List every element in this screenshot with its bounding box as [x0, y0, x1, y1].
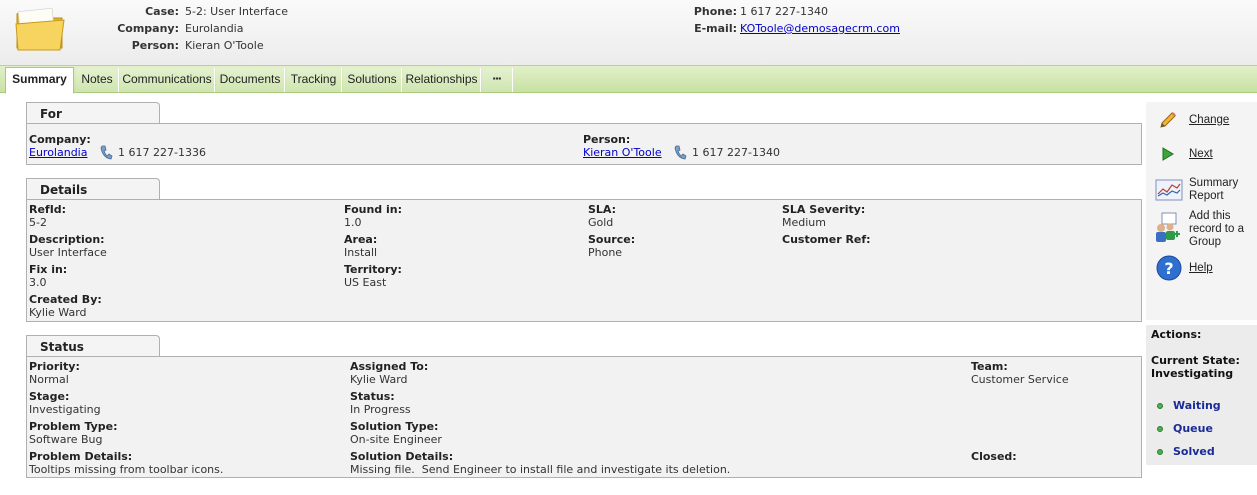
description-label: Description:: [29, 233, 105, 246]
for-company-label: Company:: [29, 133, 91, 146]
tab-bar: Summary Notes Communications Documents T…: [0, 65, 1257, 94]
area-label: Area:: [344, 233, 378, 246]
phone-value: 1 617 227-1340: [740, 5, 828, 18]
priority-value: Normal: [29, 373, 69, 386]
phone-icon: [100, 145, 113, 160]
actions-title: Actions:: [1151, 328, 1202, 341]
current-state-value: Investigating: [1151, 367, 1234, 380]
customer-ref-label: Customer Ref:: [782, 233, 871, 246]
source-value: Phone: [588, 246, 623, 259]
area-value: Install: [344, 246, 378, 259]
status-value: In Progress: [350, 403, 411, 416]
stage-value: Investigating: [29, 403, 101, 416]
stage-label: Stage:: [29, 390, 70, 403]
problem-details-value: Tooltips missing from toolbar icons.: [29, 463, 224, 476]
priority-label: Priority:: [29, 360, 80, 373]
action-waiting[interactable]: Waiting: [1173, 399, 1221, 412]
next-label: Next: [1189, 148, 1213, 160]
source-label: Source:: [588, 233, 636, 246]
problem-type-value: Software Bug: [29, 433, 103, 446]
bullet-icon: [1157, 426, 1163, 432]
solution-type-value: On-site Engineer: [350, 433, 442, 446]
team-value: Customer Service: [971, 373, 1069, 386]
folder-icon: [15, 7, 65, 51]
status-panel-title: Status: [26, 335, 160, 357]
person-value: Kieran O'Toole: [185, 39, 264, 52]
person-label: Person:: [131, 39, 179, 52]
assigned-to-value: Kylie Ward: [350, 373, 408, 386]
details-panel: [26, 199, 1142, 322]
for-person-phone: 1 617 227-1340: [692, 146, 780, 159]
solution-details-value: Missing file. Send Engineer to install f…: [350, 463, 731, 476]
tab-more[interactable]: ▪▪▪: [482, 68, 513, 92]
email-label: E-mail:: [694, 22, 737, 35]
play-arrow-icon: [1162, 147, 1174, 161]
email-link[interactable]: KOToole@demosagecrm.com: [740, 22, 900, 35]
created-by-value: Kylie Ward: [29, 306, 87, 319]
team-label: Team:: [971, 360, 1008, 373]
company-value: Eurolandia: [185, 22, 244, 35]
svg-text:?: ?: [1164, 259, 1173, 278]
problem-details-label: Problem Details:: [29, 450, 133, 463]
closed-label: Closed:: [971, 450, 1017, 463]
territory-label: Territory:: [344, 263, 402, 276]
for-company-phone: 1 617 227-1336: [118, 146, 206, 159]
fix-in-value: 3.0: [29, 276, 47, 289]
add-to-group-label: Add this record to a Group: [1189, 210, 1244, 248]
tab-documents[interactable]: Documents: [216, 68, 285, 92]
sla-severity-label: SLA Severity:: [782, 203, 866, 216]
phone-label: Phone:: [693, 5, 737, 18]
bullet-icon: [1157, 449, 1163, 455]
action-solved[interactable]: Solved: [1173, 445, 1215, 458]
tab-tracking[interactable]: Tracking: [286, 68, 342, 92]
details-panel-title: Details: [26, 178, 160, 200]
for-person-label: Person:: [583, 133, 631, 146]
company-label: Company:: [117, 22, 179, 35]
sla-value: Gold: [588, 216, 614, 229]
fix-in-label: Fix in:: [29, 263, 68, 276]
help-label: Help: [1189, 262, 1213, 274]
assigned-to-label: Assigned To:: [350, 360, 429, 373]
bullet-icon: [1157, 403, 1163, 409]
for-person-link[interactable]: Kieran O'Toole: [583, 146, 662, 159]
pencil-icon: [1160, 112, 1176, 128]
found-in-value: 1.0: [344, 216, 362, 229]
solution-details-label: Solution Details:: [350, 450, 454, 463]
sla-severity-value: Medium: [782, 216, 826, 229]
for-panel-title: For: [26, 102, 160, 124]
actions-panel: [1146, 325, 1257, 465]
record-header: Case: 5-2: User Interface Company: Eurol…: [0, 0, 1257, 65]
case-value: 5-2: User Interface: [185, 5, 288, 18]
solution-type-label: Solution Type:: [350, 420, 439, 433]
tab-solutions[interactable]: Solutions: [343, 68, 402, 92]
found-in-label: Found in:: [344, 203, 402, 216]
territory-value: US East: [344, 276, 387, 289]
help-question-icon: ?: [1156, 255, 1182, 281]
phone-icon: [674, 145, 687, 160]
sla-label: SLA:: [588, 203, 617, 216]
tab-relationships[interactable]: Relationships: [403, 68, 481, 92]
report-chart-icon: [1155, 179, 1183, 201]
add-group-icon: [1156, 212, 1180, 242]
tab-communications[interactable]: Communications: [120, 68, 215, 92]
case-label: Case:: [145, 5, 179, 18]
change-label: Change: [1189, 114, 1230, 126]
tab-summary[interactable]: Summary: [5, 67, 74, 94]
description-value: User Interface: [29, 246, 107, 259]
for-company-link[interactable]: Eurolandia: [29, 146, 87, 159]
status-label: Status:: [350, 390, 395, 403]
tab-notes[interactable]: Notes: [76, 68, 119, 92]
action-queue[interactable]: Queue: [1173, 422, 1213, 435]
summary-report-label: Summary Report: [1189, 177, 1239, 202]
refid-label: RefId:: [29, 203, 67, 216]
refid-value: 5-2: [29, 216, 47, 229]
current-state-label: Current State:: [1151, 354, 1240, 367]
created-by-label: Created By:: [29, 293, 102, 306]
problem-type-label: Problem Type:: [29, 420, 118, 433]
